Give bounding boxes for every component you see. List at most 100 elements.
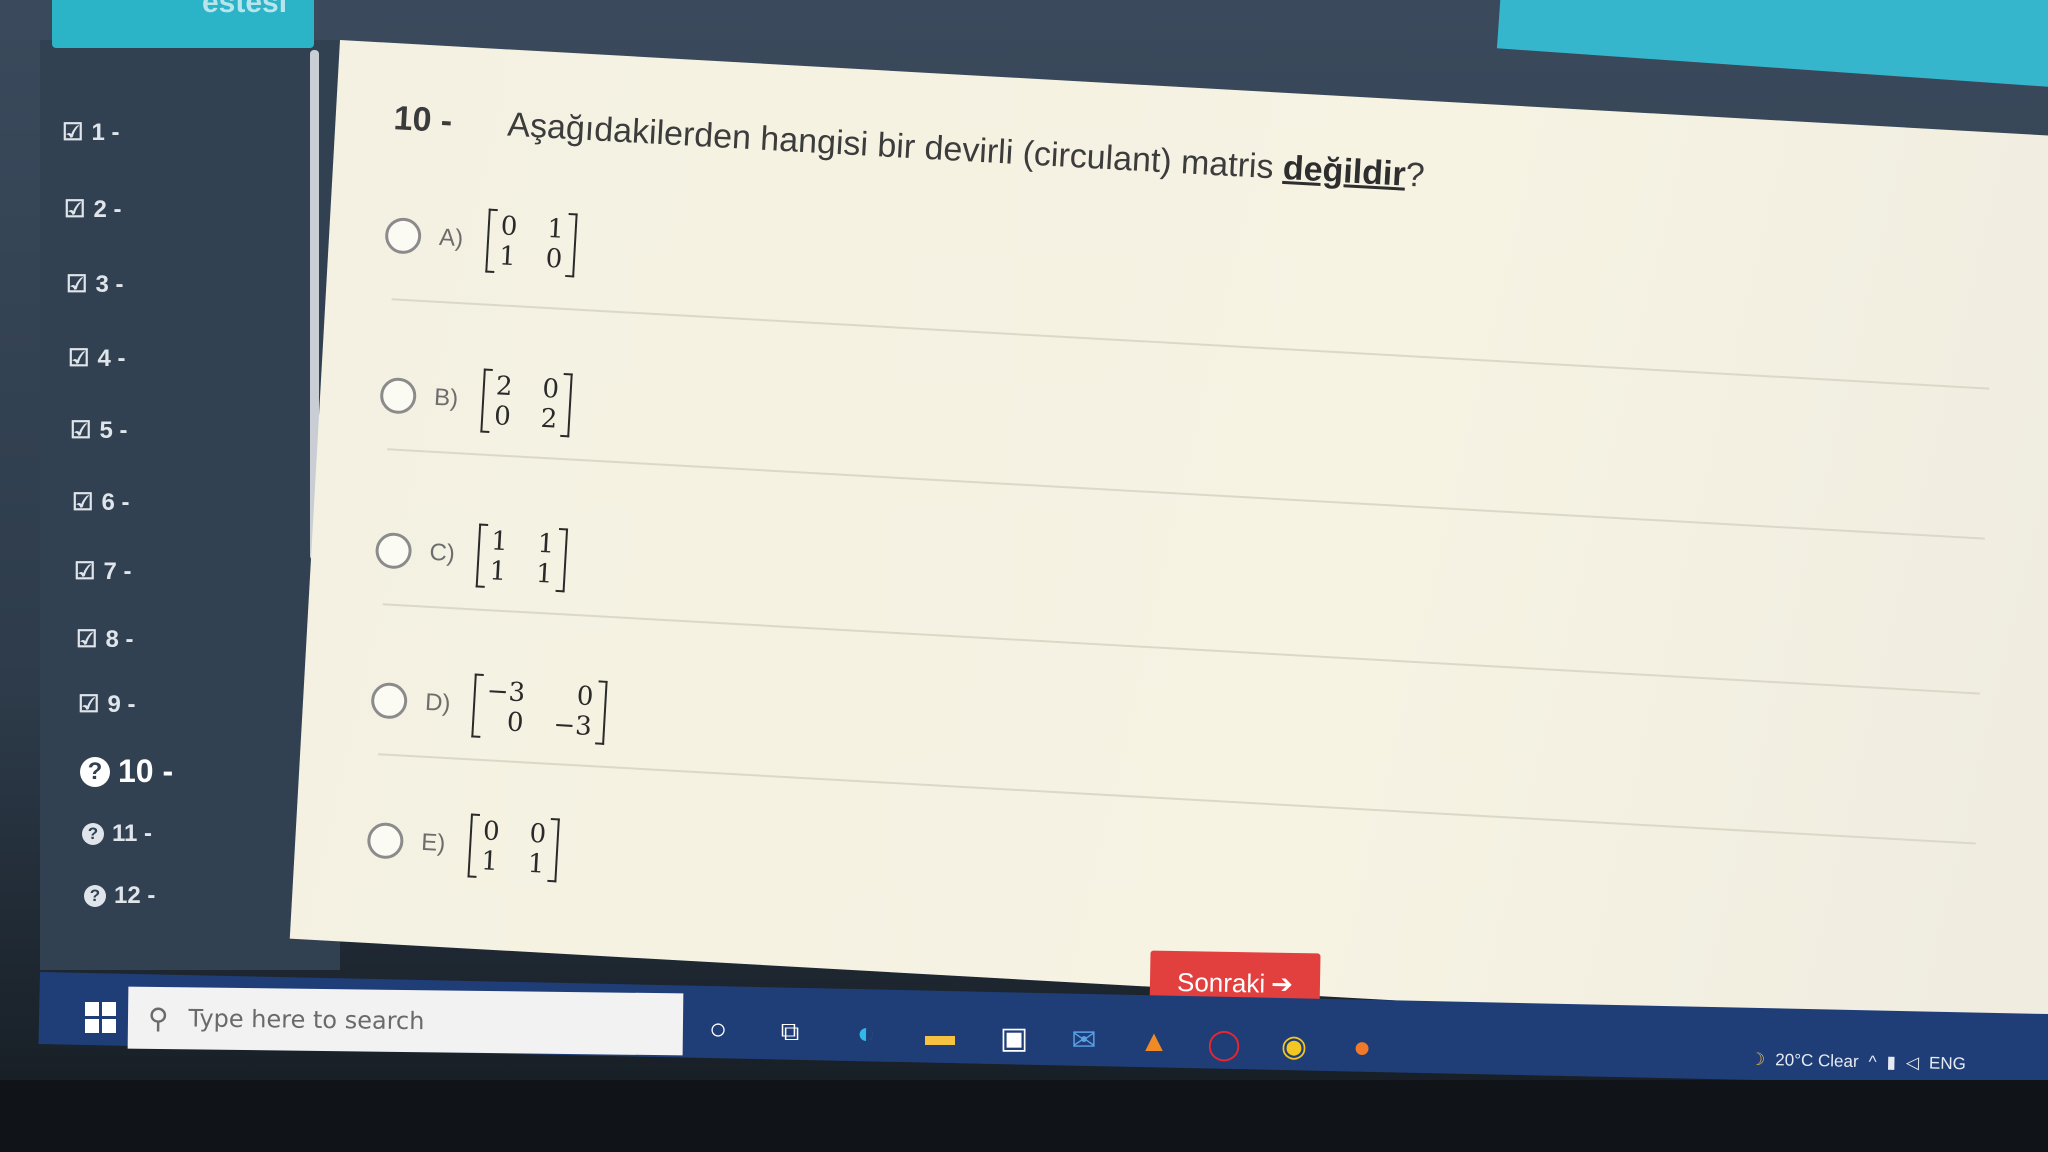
matrix-entry: 1: [535, 558, 554, 590]
battery-icon[interactable]: ▮: [1886, 1053, 1896, 1073]
taskbar-search-box[interactable]: ⚲ Type here to search: [127, 986, 684, 1056]
matrix: 0110: [485, 208, 578, 278]
opera-icon[interactable]: ◯: [1204, 1024, 1244, 1064]
check-square-icon: ☑: [76, 626, 98, 653]
moon-icon: ☽: [1749, 1049, 1766, 1070]
matrix-entry: 0: [544, 243, 564, 275]
matrix-entry: 0: [482, 816, 501, 848]
matrix-entry: 2: [539, 403, 559, 435]
edge-browser-icon[interactable]: ◐: [846, 1014, 886, 1054]
matrix-entry: 1: [527, 848, 546, 880]
sidebar-question-11[interactable]: ? 11 -: [82, 820, 152, 848]
header-accent-bar: [1496, 0, 2048, 92]
sidebar-question-label: 11 -: [112, 820, 153, 847]
windows-logo-icon: [84, 1001, 116, 1033]
sidebar-question-10[interactable]: ? 10 -: [80, 753, 173, 790]
answer-option-d[interactable]: D) −3 0 0 −3: [369, 668, 608, 745]
sidebar-question-6[interactable]: ☑ 6 -: [72, 488, 130, 517]
app-icon[interactable]: ●: [1342, 1028, 1382, 1068]
chevron-up-icon[interactable]: ^: [1868, 1052, 1876, 1072]
matrix-entry: 1: [536, 528, 556, 560]
radio-button[interactable]: [374, 531, 413, 570]
matrix: 0011: [467, 813, 560, 883]
volume-icon[interactable]: ◁: [1906, 1053, 1919, 1073]
cortana-icon[interactable]: ○: [698, 1010, 738, 1050]
answer-option-e[interactable]: E) 0 0 1 1: [366, 808, 560, 883]
matrix-entry: 2: [495, 371, 514, 403]
store-icon[interactable]: ▣: [994, 1018, 1034, 1058]
language-indicator[interactable]: ENG: [1929, 1053, 1966, 1074]
matrix-cells: −3 0 0 −3: [480, 674, 598, 744]
matrix-entry: 1: [546, 213, 565, 245]
sidebar-question-7[interactable]: ☑ 7 -: [74, 557, 132, 586]
sidebar-question-2[interactable]: ☑ 2 -: [64, 195, 122, 224]
sidebar-question-label: 4 -: [97, 344, 126, 372]
mail-icon[interactable]: ✉: [1064, 1020, 1104, 1060]
option-letter: A): [438, 223, 464, 253]
sidebar-question-label: 9 -: [107, 690, 136, 718]
monitor-bezel: [0, 1080, 2048, 1152]
sidebar-question-9[interactable]: ☑ 9 -: [78, 690, 136, 719]
option-letter: C): [428, 538, 456, 568]
answer-option-c[interactable]: C) 1 1 1 1: [374, 518, 569, 593]
sidebar-question-label: 10 -: [118, 753, 174, 789]
top-banner: estesi: [52, 0, 314, 48]
next-button-label: Sonraki: [1176, 966, 1266, 999]
radio-button[interactable]: [370, 681, 409, 720]
radio-button[interactable]: [366, 821, 405, 860]
sidebar-question-5[interactable]: ☑ 5 -: [70, 416, 128, 445]
screen: estesi ☑ 1 - ☑ 2 - ☑ 3 - ☑ 4 - ☑ 5 - ☑ 6 - ☑ 7 - ☑ 8 - ☑…: [0, 0, 2048, 1152]
sidebar-question-label: 7 -: [103, 557, 132, 585]
matrix: −3 0 0 −3: [471, 673, 608, 745]
matrix-entry: −3: [552, 710, 593, 743]
option-letter: E): [420, 828, 447, 858]
question-text-emphasis: değildir: [1281, 148, 1407, 194]
sidebar-question-4[interactable]: ☑ 4 -: [68, 344, 126, 373]
matrix-entry: 0: [528, 818, 547, 850]
option-divider: [391, 298, 1990, 390]
matrix-entry: 0: [500, 211, 519, 243]
check-square-icon: ☑: [74, 558, 96, 585]
matrix: 2002: [480, 368, 573, 438]
sidebar-question-label: 12 -: [114, 882, 156, 909]
answer-option-a[interactable]: A) 0 1 1 0: [383, 203, 578, 278]
matrix: 1111: [475, 523, 569, 593]
sidebar-question-3[interactable]: ☑ 3 -: [66, 270, 124, 299]
sidebar-question-label: 2 -: [93, 195, 122, 223]
radio-button[interactable]: [384, 216, 423, 255]
sidebar-question-label: 8 -: [105, 625, 134, 653]
sidebar-question-8[interactable]: ☑ 8 -: [76, 625, 134, 654]
task-view-icon[interactable]: ⧉: [770, 1012, 810, 1052]
matrix-entry: 1: [480, 846, 499, 878]
matrix-cells: 2002: [489, 369, 564, 437]
sidebar-question-12[interactable]: ? 12 -: [84, 882, 155, 910]
option-divider: [382, 603, 1981, 695]
check-square-icon: ☑: [70, 417, 92, 444]
matrix-entry: −3: [486, 676, 526, 709]
top-banner-text: estesi: [202, 0, 288, 19]
search-placeholder: Type here to search: [188, 1004, 425, 1036]
start-button[interactable]: [70, 992, 130, 1042]
weather-text[interactable]: 20°C Clear: [1775, 1050, 1859, 1072]
arrow-right-icon: ➔: [1270, 968, 1294, 999]
matrix-entry: 1: [490, 526, 509, 558]
question-circle-icon: ?: [84, 885, 106, 907]
option-divider: [378, 753, 1976, 845]
matrix-entry: 0: [541, 373, 560, 405]
chrome-icon[interactable]: ◉: [1274, 1026, 1314, 1066]
search-icon: ⚲: [147, 1002, 169, 1034]
radio-button[interactable]: [379, 376, 418, 415]
check-square-icon: ☑: [66, 271, 88, 298]
check-square-icon: ☑: [72, 489, 94, 516]
question-panel: 10 - Aşağıdakilerden hangisi bir devirli…: [289, 40, 2048, 1038]
question-text-end: ?: [1404, 155, 1426, 195]
answer-option-b[interactable]: B) 2 0 0 2: [378, 363, 573, 438]
vlc-icon[interactable]: ▲: [1134, 1022, 1174, 1062]
question-circle-icon: ?: [82, 823, 104, 845]
matrix-entry: 0: [576, 681, 595, 713]
file-explorer-icon[interactable]: ▬: [920, 1016, 960, 1056]
sidebar-question-1[interactable]: ☑ 1 -: [62, 118, 120, 147]
matrix-cells: 0110: [494, 209, 569, 277]
matrix-entry: 0: [506, 707, 525, 739]
check-square-icon: ☑: [68, 345, 90, 372]
